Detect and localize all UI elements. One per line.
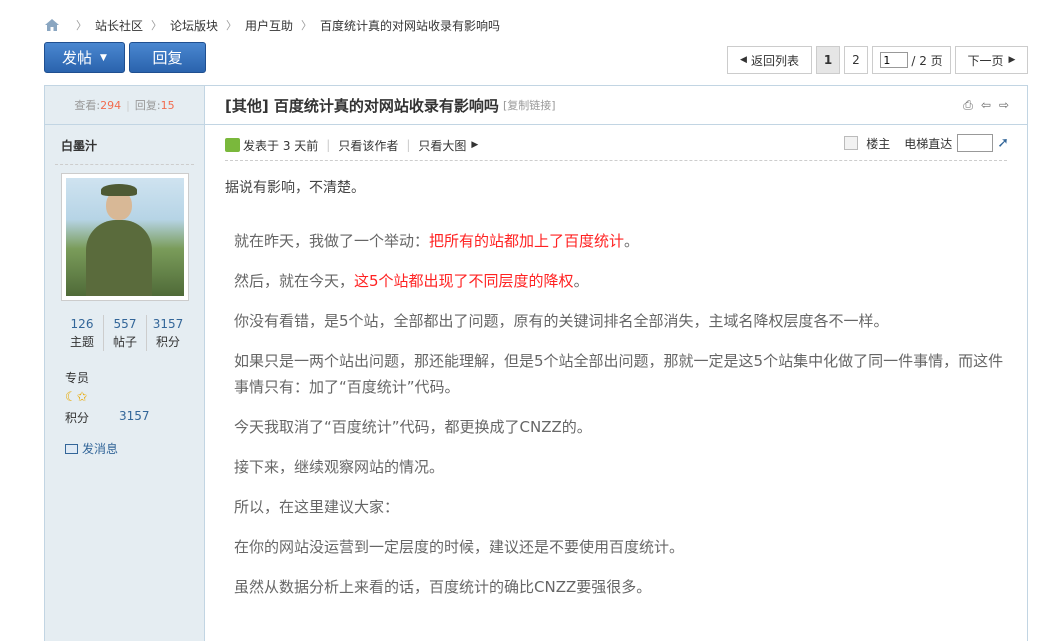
count-score[interactable]: 3157 积分 (146, 315, 189, 351)
avatar[interactable] (61, 173, 189, 301)
broken-image-icon (844, 136, 859, 150)
new-post-button[interactable]: 发帖 ▼ (44, 42, 125, 73)
post-paragraph: 接下来，继续观察网站的情况。 (234, 458, 445, 476)
thread-stats: 查看: 294 | 回复: 15 (45, 86, 204, 125)
breadcrumb-item-thread[interactable]: 百度统计真的对网站收录有影响吗 (320, 17, 500, 34)
next-page-button[interactable]: 下一页 ▶ (955, 46, 1028, 74)
star-icon: ✩ (76, 390, 88, 405)
post-intro: 据说有影响，不清楚。 (225, 180, 365, 196)
author-rank: 专员 (65, 371, 90, 385)
back-to-list-label: 返回列表 (750, 53, 799, 68)
score-value: 3157 (119, 409, 150, 423)
posted-time: 发表于 3 天前 (243, 138, 319, 153)
chevron-right-icon: 〉 (226, 19, 238, 32)
next-page-label: 下一页 (967, 53, 1004, 68)
post-area: [其他] 百度统计真的对网站收录有影响吗 [复制链接] ⎙ ⇦ ⇨ 发表于 3 … (205, 85, 1028, 641)
breadcrumb-item-forums[interactable]: 论坛版块 (170, 17, 218, 34)
count-posts[interactable]: 557 帖子 (103, 315, 146, 351)
divider: | (406, 138, 411, 152)
page-1-button[interactable]: 1 (816, 46, 840, 74)
new-post-label: 发帖 (62, 49, 93, 67)
views-label: 查看: (74, 99, 101, 112)
back-to-list-button[interactable]: ◀ 返回列表 (727, 46, 812, 74)
count-threads[interactable]: 126 主题 (61, 315, 103, 351)
author-sidebar: 查看: 294 | 回复: 15 白墨汁 126 主题 557 帖子 3157 … (44, 85, 205, 641)
chevron-right-icon: ▶ (1008, 55, 1016, 65)
post-body: 就在昨天，我做了一个举动：把所有的站都加上了百度统计。 然后，就在今天，这5个站… (234, 228, 1014, 614)
post-paragraph: 你没有看错，是5个站，全部都出了问题，原有的关键词排名全部消失，主域名降权层度各… (234, 312, 889, 330)
replies-count: 15 (160, 98, 175, 112)
user-online-icon (225, 138, 240, 152)
thread-title-bar: [其他] 百度统计真的对网站收录有影响吗 [复制链接] ⎙ ⇦ ⇨ (205, 86, 1027, 125)
envelope-icon (65, 443, 78, 454)
post-paragraph: 然后，就在今天，这5个站都出现了不同层度的降权。 (234, 272, 589, 290)
post-paragraph: 就在昨天，我做了一个举动：把所有的站都加上了百度统计。 (234, 232, 640, 250)
send-message-link[interactable]: 发消息 (65, 440, 204, 457)
home-icon[interactable] (44, 18, 60, 32)
chevron-right-icon: 〉 (301, 19, 313, 32)
only-author-link[interactable]: 只看该作者 (338, 137, 398, 154)
pager: ◀ 返回列表 1 2 / 2 页 下一页 ▶ (723, 46, 1028, 74)
breadcrumb-item-help[interactable]: 用户互助 (245, 17, 293, 34)
breadcrumb: 〉 站长社区 〉 论坛版块 〉 用户互助 〉 百度统计真的对网站收录有影响吗 (44, 16, 500, 34)
next-thread-icon[interactable]: ⇨ (999, 98, 1009, 113)
divider: | (126, 98, 130, 112)
floor-label: 楼主 (866, 136, 891, 151)
divider (225, 160, 1007, 161)
views-count: 294 (100, 98, 122, 112)
print-icon[interactable]: ⎙ (963, 98, 973, 113)
page-number-input[interactable] (880, 52, 909, 68)
post-paragraph: 在你的网站没运营到一定层度的时候，建议还是不要使用百度统计。 (234, 538, 685, 556)
page-2-button[interactable]: 2 (844, 46, 868, 74)
chevron-right-icon: 〉 (151, 19, 163, 32)
avatar-image (66, 178, 184, 296)
post-paragraph: 虽然从数据分析上来看的话，百度统计的确比CNZZ要强很多。 (234, 578, 652, 596)
divider: | (326, 138, 331, 152)
thread-title: [其他] 百度统计真的对网站收录有影响吗 (225, 96, 499, 115)
post-paragraph: 所以，在这里建议大家： (234, 498, 400, 516)
page-jump: / 2 页 (872, 46, 951, 74)
prev-thread-icon[interactable]: ⇦ (981, 98, 991, 113)
big-image-link[interactable]: 只看大图 (418, 137, 466, 154)
post-paragraph: 今天我取消了“百度统计”代码，都更换成了CNZZ的。 (234, 418, 592, 436)
post-floor-tools: 楼主 电梯直达 ➚ (844, 134, 1009, 152)
reply-button[interactable]: 回复 (129, 42, 206, 73)
replies-label: 回复: (134, 99, 161, 112)
caret-right-icon: ▶ (471, 140, 479, 150)
post-paragraph: 如果只是一两个站出问题，那还能理解，但是5个站全部出问题，那就一定是这5个站集中… (234, 352, 1004, 396)
total-pages: / 2 页 (911, 53, 943, 68)
chevron-left-icon: ◀ (740, 55, 747, 65)
elevator-label: 电梯直达 (904, 136, 953, 151)
author-score: 积分 3157 (65, 409, 204, 426)
jump-icon[interactable]: ➚ (997, 135, 1009, 151)
send-message-label: 发消息 (82, 442, 119, 456)
author-name[interactable]: 白墨汁 (55, 125, 194, 165)
post-meta: 发表于 3 天前 | 只看该作者 | 只看大图 ▶ (225, 136, 478, 154)
moon-icon: ☾ (65, 390, 77, 405)
caret-down-icon: ▼ (100, 52, 107, 63)
copy-link[interactable]: [复制链接] (503, 97, 556, 113)
rank-icons: ☾✩ (65, 390, 204, 405)
breadcrumb-item-community[interactable]: 站长社区 (95, 17, 143, 34)
reply-label: 回复 (152, 49, 183, 67)
chevron-right-icon: 〉 (76, 19, 87, 32)
score-label: 积分 (65, 411, 90, 425)
title-tools: ⎙ ⇦ ⇨ (955, 98, 1009, 113)
floor-jump-input[interactable] (957, 134, 994, 152)
author-counts: 126 主题 557 帖子 3157 积分 (61, 315, 189, 351)
